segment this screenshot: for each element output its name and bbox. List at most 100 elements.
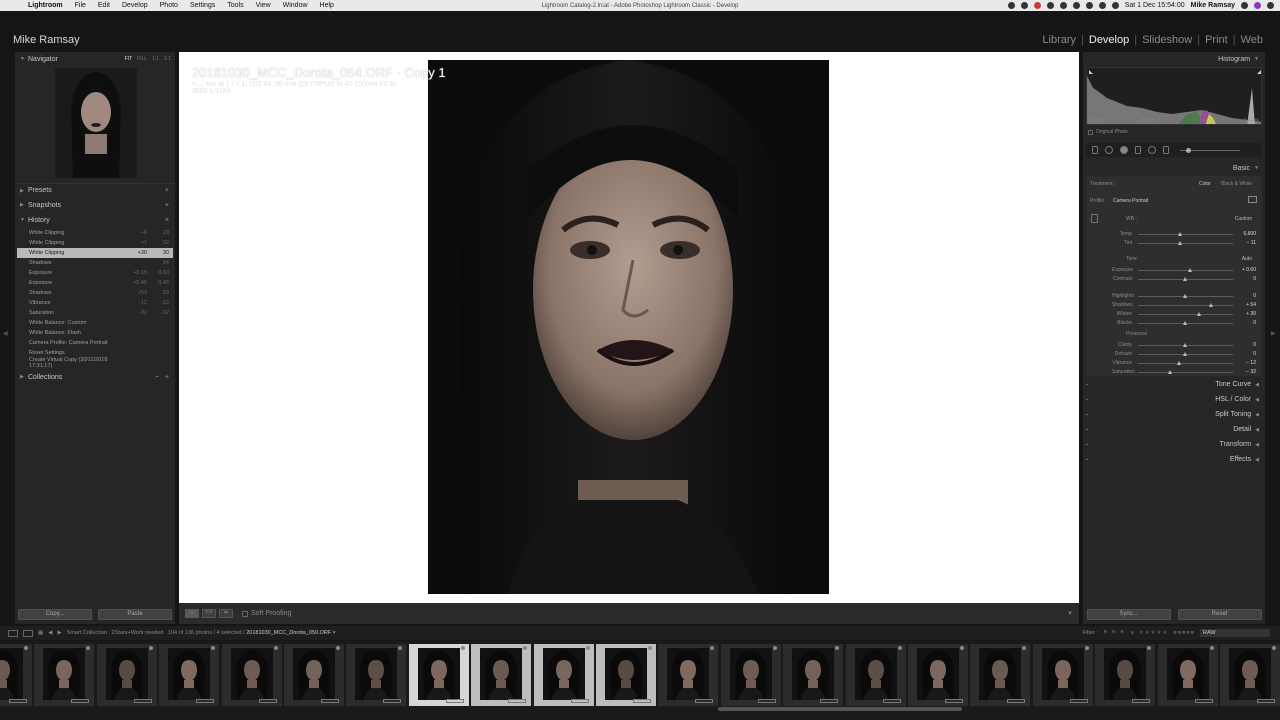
filmstrip-thumbnail[interactable] [658,644,719,706]
search-icon[interactable] [1241,2,1248,9]
remove-collection-icon[interactable]: − [155,374,159,381]
module-library[interactable]: Library [1037,34,1081,46]
slider-value[interactable]: + 30 [1246,311,1256,317]
secondary-window-icon[interactable] [8,629,18,637]
menu-user[interactable]: Mike Ramsay [1191,2,1235,9]
zoom-fit[interactable]: FIT [125,56,133,62]
zoom-fill[interactable]: FILL [137,56,147,62]
slider-vibrance[interactable]: Vibrance − 12 [1086,359,1262,368]
slider-track[interactable] [1138,270,1233,271]
presets-header[interactable]: ▶ Presets + [15,183,175,197]
treatment-color[interactable]: Color [1199,181,1211,187]
history-row-selected[interactable]: White Clipping +30 30 [17,248,173,258]
slider-saturation[interactable]: Saturation − 32 [1086,368,1262,377]
radial-filter-icon[interactable] [1148,146,1156,154]
slider-highlights[interactable]: Highlights 0 [1086,292,1262,301]
menu-tools[interactable]: Tools [221,2,249,9]
history-row[interactable]: Shadows 54 [17,258,173,268]
tone-curve-header[interactable]: ▪ Tone Curve ◀ [1083,377,1265,392]
slider-knob[interactable] [1183,352,1187,356]
slider-knob[interactable] [1183,277,1187,281]
add-collection-icon[interactable]: + [165,374,169,381]
filmstrip-thumbnail[interactable] [533,644,594,706]
filmstrip-thumbnail[interactable] [1032,644,1093,706]
slider-temp[interactable]: Temp 6,600 [1086,230,1262,239]
transform-header[interactable]: ▪ Transform ◀ [1083,437,1265,452]
slider-value[interactable]: − 32 [1246,369,1256,375]
collections-header[interactable]: ▶ Collections − + [15,370,175,384]
module-develop[interactable]: Develop [1084,34,1134,46]
filmstrip-thumbnail[interactable] [96,644,157,706]
slider-value[interactable]: 0 [1253,342,1256,348]
main-photo[interactable] [428,60,829,594]
cloud-icon[interactable] [1046,2,1054,9]
slider-track[interactable] [1138,305,1233,306]
app-status-icon[interactable] [1033,2,1041,9]
menu-edit[interactable]: Edit [92,2,116,9]
left-panel-toggle-icon[interactable]: ◀ [3,330,8,337]
slider-knob[interactable] [1178,232,1183,236]
menu-window[interactable]: Window [277,2,314,9]
sync-button[interactable]: Sync... [1086,608,1171,620]
zoom-custom[interactable]: 1:1 [164,56,171,62]
menu-list-icon[interactable] [1267,2,1274,9]
module-web[interactable]: Web [1236,34,1268,46]
rating-filter[interactable]: ★★★★★ [1139,630,1169,636]
slider-knob[interactable] [1197,312,1202,316]
menu-view[interactable]: View [250,2,277,9]
slider-whites[interactable]: Whites + 30 [1086,310,1262,319]
filmstrip-thumbnail[interactable] [1095,644,1156,706]
filmstrip-thumbnail[interactable] [970,644,1031,706]
back-arrow-icon[interactable]: ◀ [48,630,52,636]
slider-value[interactable]: 6,600 [1243,231,1256,237]
copy-settings-button[interactable]: Copy... [18,608,92,620]
filmstrip-thumbnail[interactable] [1220,644,1280,706]
crop-icon[interactable] [1092,146,1098,154]
filmstrip-thumbnail[interactable] [1157,644,1218,706]
menu-settings[interactable]: Settings [184,2,221,9]
history-row[interactable]: White Clipping +6 29 [17,228,173,238]
slider-knob[interactable] [1183,294,1187,298]
reset-button[interactable]: Reset [1177,608,1262,620]
camera-icon[interactable] [1020,2,1028,9]
flag-filter[interactable]: ⚑ ⚑ ⚑ [1103,630,1126,636]
history-row[interactable]: Create Virtual Copy (30/11/2018 17:31:17… [17,357,173,369]
menu-lightroom[interactable]: Lightroom [22,2,69,9]
paste-settings-button[interactable]: Paste [98,608,172,620]
filmstrip-thumbnail[interactable] [783,644,844,706]
slider-track[interactable] [1138,234,1233,235]
slider-knob[interactable] [1187,268,1192,272]
history-row[interactable]: Exposure +0.15 0.60 [17,268,173,278]
add-snapshot-icon[interactable]: + [165,202,169,209]
bluetooth-icon[interactable] [1072,2,1080,9]
menu-photo[interactable]: Photo [154,2,184,9]
rating-operator[interactable]: ≥ [1131,630,1134,636]
before-after-swap-button[interactable]: ⇆ [219,609,233,618]
navigator-header[interactable]: ▼ Navigator FIT FILL 1:1 1:1 [15,52,175,66]
add-preset-icon[interactable]: + [165,187,169,194]
record-icon[interactable] [1007,2,1015,9]
slider-value[interactable]: 0 [1253,293,1256,299]
slider-tint[interactable]: Tint − 11 [1086,239,1262,248]
slider-value[interactable]: − 12 [1246,360,1256,366]
filmstrip-scrollbar[interactable] [718,707,962,711]
slider-contrast[interactable]: Contrast 0 [1086,275,1262,284]
image-canvas[interactable]: 20181030_MCC_Dorota_054.ORF · Copy 1 ¹⁄₁… [179,52,1079,603]
slider-knob[interactable] [1183,343,1187,347]
tool-slider[interactable] [1180,147,1240,153]
slider-dehaze[interactable]: Dehaze 0 [1086,350,1262,359]
filmstrip-thumbnail[interactable] [471,644,532,706]
slider-knob[interactable] [1177,361,1182,365]
slider-track[interactable] [1138,314,1233,315]
history-row[interactable]: Saturation -32 -32 [17,308,173,318]
graduated-filter-icon[interactable] [1135,146,1141,154]
battery-icon[interactable] [1111,2,1119,9]
clock[interactable]: Sat 1 Dec 15:54:00 [1125,2,1185,9]
siri-icon[interactable] [1254,2,1261,9]
right-panel-toggle-icon[interactable]: ▶ [1271,330,1276,337]
history-row[interactable]: Camera Profile: Camera Portrait [17,338,173,348]
zoom-1-1[interactable]: 1:1 [152,56,159,62]
slider-value[interactable]: − 11 [1247,240,1257,246]
slider-knob[interactable] [1183,321,1187,325]
forward-arrow-icon[interactable]: ▶ [57,630,61,636]
